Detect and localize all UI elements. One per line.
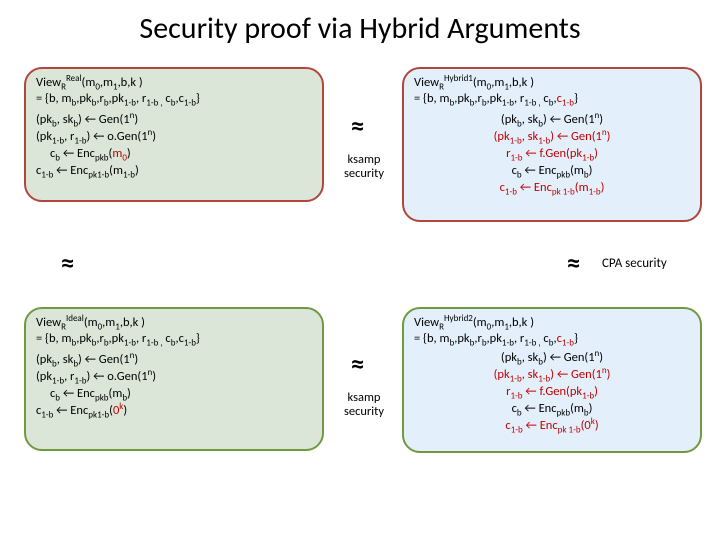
box-hybrid1-header: ViewRHybrid1(m0,m1,b,k ) = {b, mb,pkb,rb… xyxy=(414,75,690,106)
label-ksamp-top: ksampsecurity xyxy=(336,153,392,182)
approx-left: ≈ xyxy=(60,248,75,278)
box-real-body: (pkb, skb) ← Gen(1n) (pk1-b, r1-b) ← o.G… xyxy=(36,112,312,180)
box-hybrid2-header: ViewRHybrid2(m0,m1,b,k ) = {b, mb,pkb,rb… xyxy=(414,315,690,346)
approx-right: ≈ xyxy=(566,248,581,278)
box-ideal-header: ViewRIdeal(m0,m1,b,k ) = {b, mb,pkb,rb,p… xyxy=(36,315,312,346)
box-hybrid2: ViewRHybrid2(m0,m1,b,k ) = {b, mb,pkb,rb… xyxy=(402,307,702,453)
box-hybrid1-body: (pkb, skb) ← Gen(1n) (pk1-b, sk1-b) ← Ge… xyxy=(414,112,690,196)
label-ksamp-bottom: ksampsecurity xyxy=(336,391,392,420)
label-cpa: CPA security xyxy=(602,256,667,271)
box-ideal: ViewRIdeal(m0,m1,b,k ) = {b, mb,pkb,rb,p… xyxy=(24,307,324,451)
box-ideal-body: (pkb, skb) ← Gen(1n) (pk1-b, r1-b) ← o.G… xyxy=(36,352,312,420)
box-hybrid1: ViewRHybrid1(m0,m1,b,k ) = {b, mb,pkb,rb… xyxy=(402,67,702,222)
box-real: ViewRReal(m0,m1,b,k ) = {b, mb,pkb,rb,pk… xyxy=(24,67,324,202)
box-hybrid2-body: (pkb, skb) ← Gen(1n) (pk1-b, sk1-b) ← Ge… xyxy=(414,350,690,434)
approx-top: ≈ xyxy=(350,111,365,141)
diagram-grid: ViewRReal(m0,m1,b,k ) = {b, mb,pkb,rb,pk… xyxy=(0,53,720,533)
page-title: Security proof via Hybrid Arguments xyxy=(0,0,720,53)
box-real-header: ViewRReal(m0,m1,b,k ) = {b, mb,pkb,rb,pk… xyxy=(36,75,312,106)
approx-bottom: ≈ xyxy=(350,349,365,379)
